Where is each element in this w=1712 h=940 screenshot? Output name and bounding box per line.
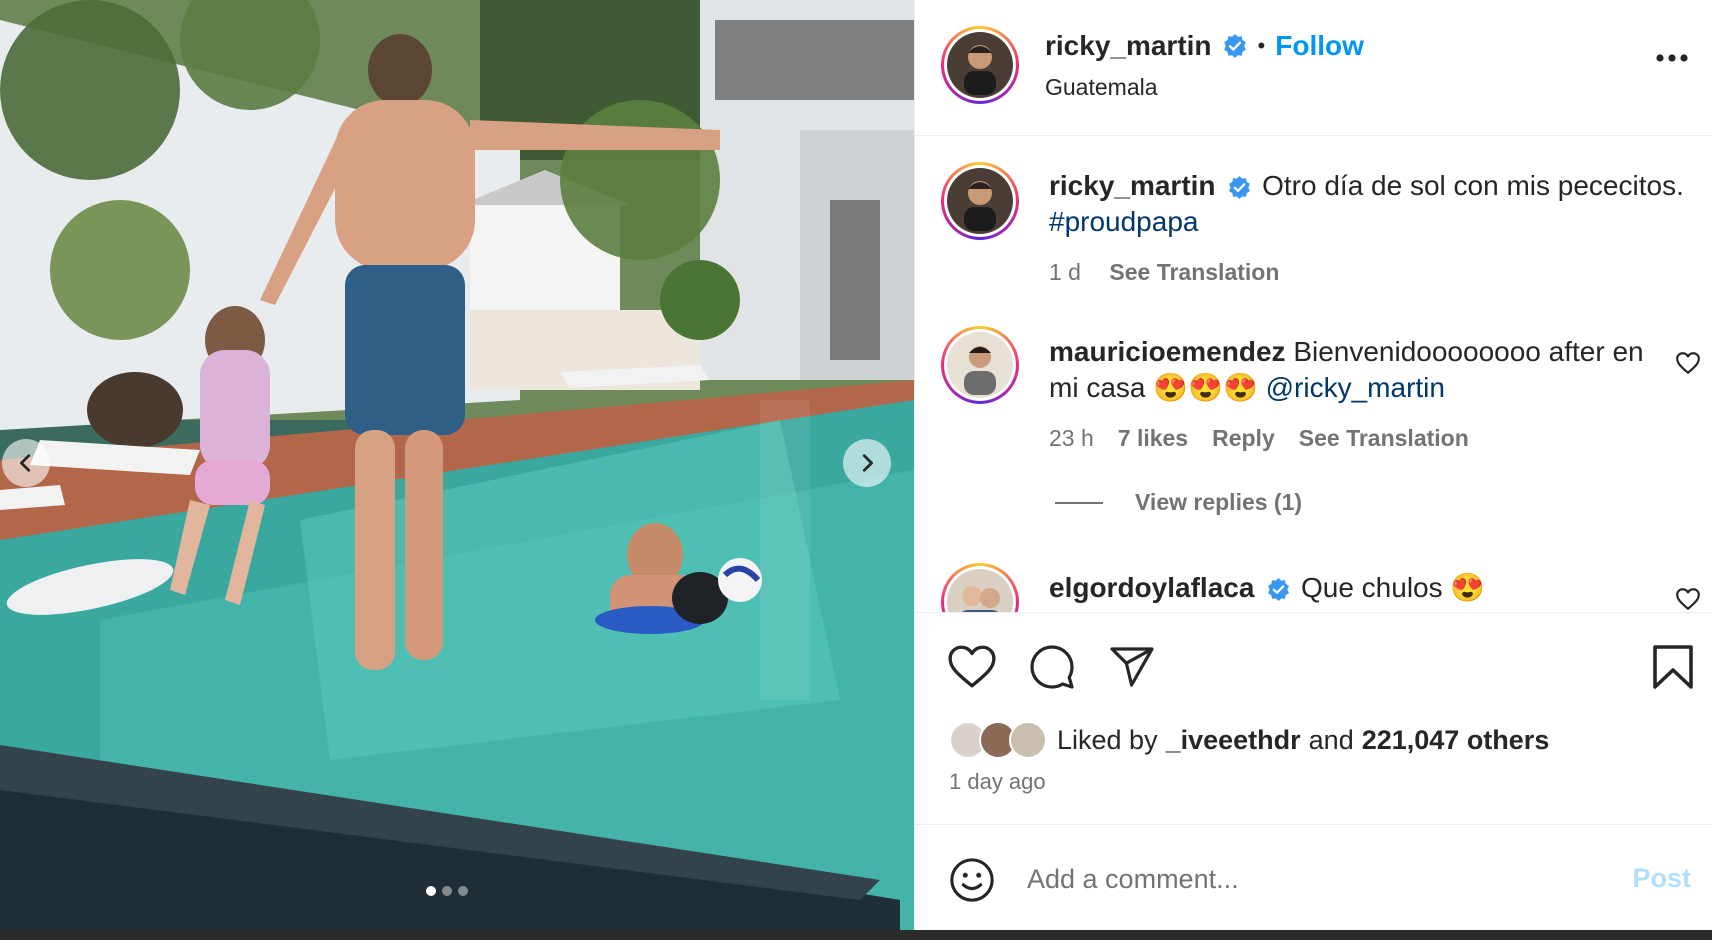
commenter-avatar[interactable] (941, 563, 1019, 612)
comment-reply-button[interactable]: Reply (1212, 425, 1275, 452)
liked-by-summary: Liked by _iveeethdr and 221,047 others (949, 721, 1549, 759)
comment-like-heart-icon[interactable] (1675, 350, 1701, 376)
author-username[interactable]: ricky_martin (1045, 30, 1212, 62)
comment-composer: Post (915, 824, 1712, 930)
post-comment-button[interactable]: Post (1632, 863, 1691, 894)
post-actions: Liked by _iveeethdr and 221,047 others 1… (915, 612, 1712, 824)
commenter-avatar[interactable] (941, 326, 1019, 404)
liked-by-and: and (1308, 724, 1354, 755)
comment-emojis: 😍😍😍 (1153, 372, 1258, 403)
post-details-panel: ricky_martin • Follow Guatemala ricky_ma… (914, 0, 1712, 930)
verified-badge-icon (1229, 176, 1251, 200)
chevron-right-icon (862, 454, 873, 472)
previous-photo-button[interactable] (2, 439, 50, 487)
comment-username[interactable]: elgordoylaflaca (1049, 572, 1254, 603)
comment-text: Que chulos (1300, 572, 1443, 603)
comment-likes-count[interactable]: 7 likes (1118, 425, 1188, 452)
follow-button[interactable]: Follow (1275, 30, 1364, 62)
post-header: ricky_martin • Follow Guatemala (915, 0, 1712, 136)
page-bottom-strip (0, 930, 1712, 940)
comment-text-block: mauricioemendez Bienvenidoooooooo after … (1049, 334, 1649, 406)
carousel-dot (442, 886, 452, 896)
caption-meta: 1 d See Translation (1049, 259, 1279, 286)
post-timestamp[interactable]: 1 day ago (949, 769, 1046, 795)
emoji-icon (950, 858, 994, 902)
comment-mention[interactable]: @ricky_martin (1266, 372, 1445, 403)
view-replies-label: View replies (1) (1135, 489, 1303, 515)
comment-username[interactable]: mauricioemendez (1049, 336, 1286, 367)
liker-avatars[interactable] (949, 721, 1047, 759)
caption-author-avatar[interactable] (941, 162, 1019, 240)
chevron-left-icon (20, 454, 31, 472)
likes-count[interactable]: 221,047 others (1362, 725, 1550, 756)
emoji-button[interactable] (949, 857, 995, 908)
comment-age[interactable]: 23 h (1049, 425, 1094, 452)
liked-by-prefix: Liked by (1057, 724, 1158, 755)
liked-by-user[interactable]: _iveeethdr (1166, 725, 1301, 756)
instagram-post-view: ricky_martin • Follow Guatemala ricky_ma… (0, 0, 1712, 940)
bookmark-icon (1653, 645, 1693, 689)
paper-plane-icon (1110, 647, 1154, 687)
liker-avatar (1009, 721, 1047, 759)
share-button[interactable] (1108, 643, 1156, 696)
save-button[interactable] (1651, 643, 1695, 696)
replies-line (1055, 501, 1103, 504)
next-photo-button[interactable] (843, 439, 891, 487)
like-button[interactable] (947, 643, 997, 694)
header-separator: • (1257, 33, 1266, 58)
comment-emojis: 😍 (1450, 572, 1486, 603)
view-replies-button[interactable]: View replies (1) (1055, 489, 1302, 516)
post-photo (0, 0, 914, 930)
caption-hashtag[interactable]: #proudpapa (1049, 206, 1198, 237)
carousel-dot-active (426, 886, 436, 896)
caption-text: Otro día de sol con mis pececitos. (1262, 170, 1684, 201)
carousel-dot (458, 886, 468, 896)
pool-photo-illustration (0, 0, 914, 930)
comment-button[interactable] (1028, 643, 1076, 696)
comments-section: ricky_martin Otro día de sol con mis pec… (915, 137, 1712, 612)
comment-text-block: elgordoylaflaca Que chulos 😍 (1049, 570, 1649, 606)
post-location[interactable]: Guatemala (1045, 74, 1158, 101)
author-avatar[interactable] (941, 26, 1019, 104)
verified-badge-icon (1268, 578, 1290, 602)
caption-username[interactable]: ricky_martin (1049, 170, 1216, 201)
more-options-button[interactable] (1655, 50, 1689, 68)
verified-badge-icon (1223, 34, 1246, 58)
caption-text-block: ricky_martin Otro día de sol con mis pec… (1049, 168, 1689, 240)
carousel-indicator (426, 886, 468, 896)
caption-see-translation[interactable]: See Translation (1109, 259, 1279, 285)
caption-age[interactable]: 1 d (1049, 259, 1081, 285)
comment-icon (1030, 645, 1074, 689)
add-comment-input[interactable] (1027, 859, 1587, 899)
comment-like-heart-icon[interactable] (1675, 586, 1701, 612)
comment-see-translation[interactable]: See Translation (1299, 425, 1469, 452)
more-options-icon (1656, 54, 1688, 62)
comment-meta: 23 h 7 likes Reply See Translation (1049, 425, 1469, 452)
heart-icon (948, 645, 996, 688)
